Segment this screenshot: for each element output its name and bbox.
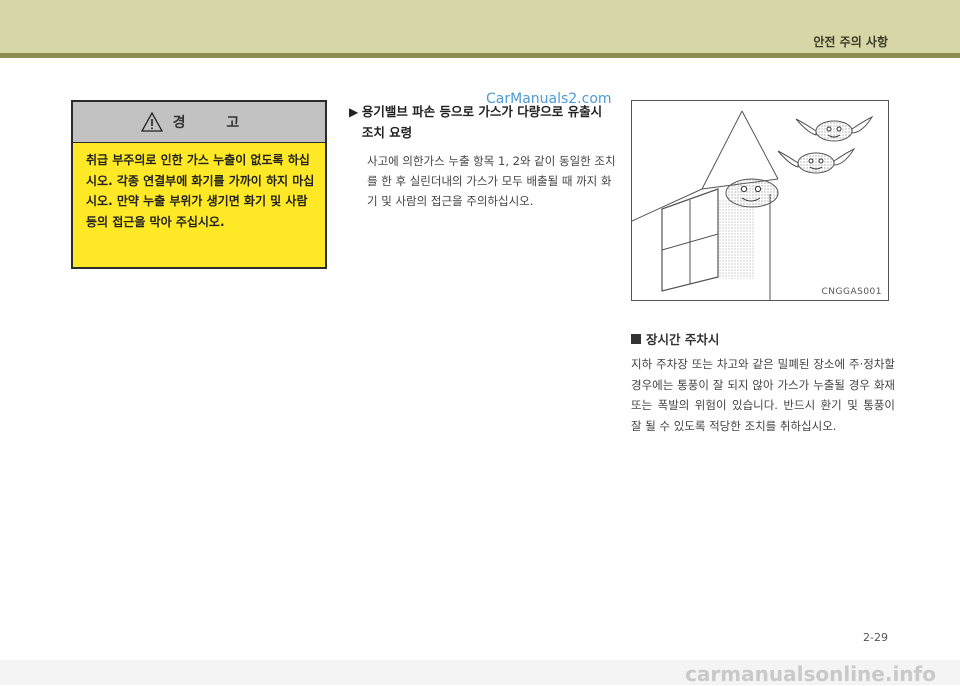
winged-cloud-upper-icon <box>795 115 874 142</box>
square-bullet-icon <box>631 333 641 344</box>
warning-title: 경 고 <box>172 115 258 131</box>
warning-header: 경 고 <box>73 102 325 143</box>
garage-scene-illustration <box>632 110 874 300</box>
winged-cloud-lower-icon <box>777 147 856 174</box>
section-title: 안전 주의 사항 <box>813 35 888 49</box>
bullet-heading-text: 용기밸브 파손 등으로 가스가 다량으로 유출시 조치 요령 <box>361 104 603 140</box>
triangle-bullet-icon: ▶ <box>349 105 359 119</box>
watermark-link[interactable]: CarManuals2.com <box>486 91 612 107</box>
warning-text: 취급 부주의로 인한 가스 누출이 없도록 하십시오. 각종 연결부에 화기를 … <box>86 153 315 229</box>
parking-heading: 장시간 주차시 <box>631 329 719 348</box>
header-rule <box>0 53 960 58</box>
bullet-heading: ▶ 용기밸브 파손 등으로 가스가 다량으로 유출시 조치 요령 <box>349 102 614 143</box>
warning-triangle-icon <box>140 112 163 132</box>
warning-box: 경 고 취급 부주의로 인한 가스 누출이 없도록 하십시오. 각종 연결부에 … <box>71 100 327 269</box>
page-number: 2-29 <box>863 631 888 644</box>
bullet-body: 사고에 의한가스 누출 항목 1, 2와 같이 동일한 조치를 한 후 실린더내… <box>367 154 616 208</box>
footer-watermark[interactable]: carmanualsonline.info <box>685 662 936 686</box>
gas-leak-illustration: CNGGAS001 <box>631 100 889 301</box>
parking-body: 지하 주차장 또는 차고와 같은 밀폐된 장소에 주·정차할 경우에는 통풍이 … <box>631 357 895 433</box>
parking-heading-text: 장시간 주차시 <box>646 332 720 347</box>
figure-code: CNGGAS001 <box>821 287 882 297</box>
